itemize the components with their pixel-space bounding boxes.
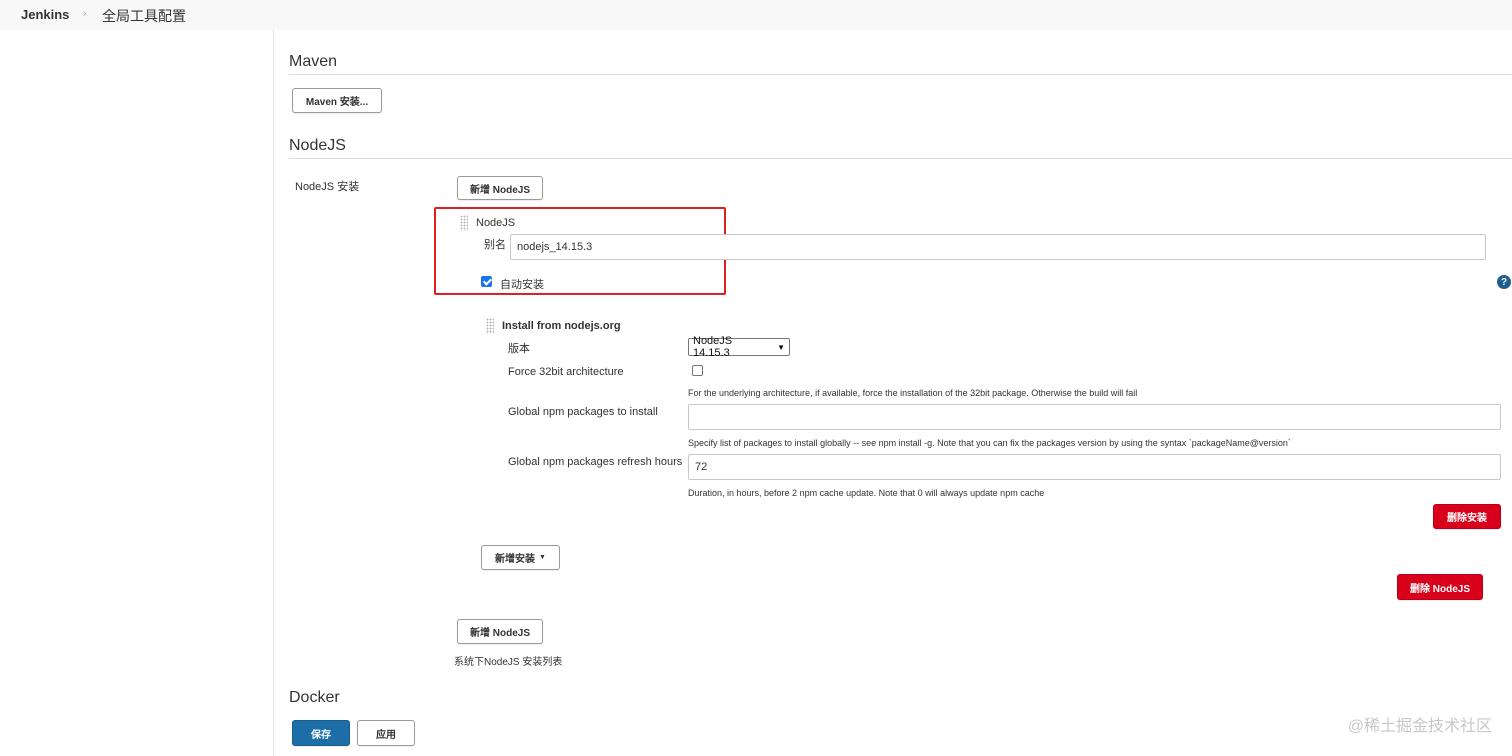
save-button[interactable]: 保存: [292, 720, 350, 746]
drag-handle-icon[interactable]: [460, 215, 468, 231]
delete-nodejs-button[interactable]: 删除 NodeJS: [1397, 574, 1483, 600]
refresh-hours-description: Duration, in hours, before 2 npm cache u…: [688, 488, 1045, 498]
global-packages-label: Global npm packages to install: [508, 406, 658, 418]
alias-label: 别名: [484, 239, 506, 251]
nodejs-installations-label: NodeJS 安装: [295, 181, 360, 193]
version-label: 版本: [508, 343, 530, 355]
breadcrumb-separator-icon: ›: [83, 8, 87, 19]
global-packages-description: Specify list of packages to install glob…: [688, 438, 1291, 448]
sidebar-divider: [273, 30, 274, 756]
force32-checkbox[interactable]: [692, 365, 703, 376]
global-packages-input[interactable]: [688, 404, 1501, 430]
apply-button[interactable]: 应用: [357, 720, 415, 746]
caret-down-icon: ▼: [539, 554, 546, 561]
breadcrumb-bar: Jenkins › 全局工具配置: [0, 0, 1512, 30]
force32-description: For the underlying architecture, if avai…: [688, 388, 1138, 398]
add-installer-label: 新增安装: [495, 554, 536, 565]
installer-title: Install from nodejs.org: [502, 320, 621, 332]
delete-installer-button[interactable]: 删除安装: [1433, 504, 1501, 529]
version-select[interactable]: NodeJS 14.15.3 ▼: [688, 335, 790, 359]
add-nodejs-button-bottom[interactable]: 新增 NodeJS: [457, 619, 543, 644]
maven-install-button[interactable]: Maven 安装...: [292, 88, 382, 113]
refresh-hours-input[interactable]: 72: [688, 454, 1501, 480]
refresh-hours-label: Global npm packages refresh hours: [508, 456, 683, 468]
watermark: @稀土掘金技术社区: [1347, 718, 1492, 735]
alias-input[interactable]: nodejs_14.15.3: [510, 234, 1486, 260]
version-select-value: NodeJS 14.15.3: [693, 335, 733, 359]
maven-section-title: Maven: [289, 53, 338, 70]
maven-section-divider: [289, 74, 1512, 75]
help-icon[interactable]: ?: [1497, 275, 1511, 289]
auto-install-checkbox[interactable]: [481, 276, 492, 287]
add-nodejs-button-top[interactable]: 新增 NodeJS: [457, 176, 543, 200]
force32-label: Force 32bit architecture: [508, 366, 624, 378]
nodejs-list-hint: 系统下NodeJS 安装列表: [454, 657, 563, 668]
nodejs-installation-header: NodeJS: [476, 217, 516, 229]
installer-drag-handle-icon[interactable]: [486, 318, 494, 334]
chevron-down-icon: ▼: [777, 342, 785, 352]
nodejs-section-title: NodeJS: [289, 137, 346, 154]
docker-section-title: Docker: [289, 689, 340, 706]
auto-install-label: 自动安装: [500, 279, 544, 291]
breadcrumb-current[interactable]: 全局工具配置: [102, 6, 186, 26]
nodejs-section-divider: [289, 158, 1512, 159]
jenkins-home-link[interactable]: Jenkins: [21, 7, 69, 22]
add-installer-dropdown[interactable]: 新增安装 ▼: [481, 545, 560, 570]
